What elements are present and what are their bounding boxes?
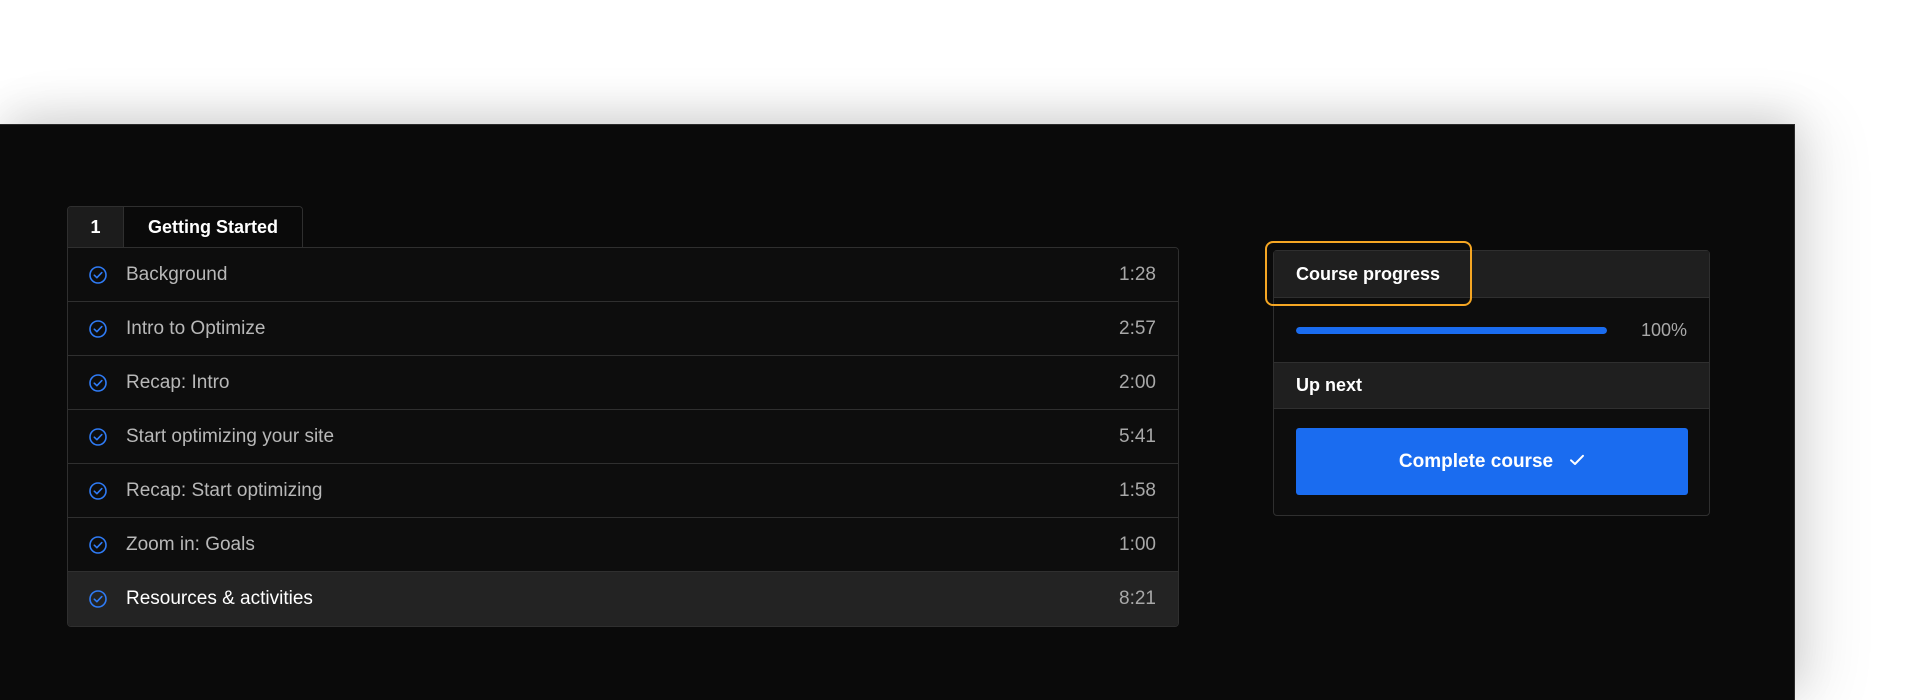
lesson-title: Recap: Start optimizing: [126, 479, 323, 501]
course-progress-header: Course progress: [1265, 241, 1709, 306]
lesson-title: Start optimizing your site: [126, 425, 335, 447]
checkmark-icon: [1569, 451, 1585, 473]
check-circle-icon: [88, 427, 108, 447]
lesson-item[interactable]: Intro to Optimize 2:57: [68, 302, 1178, 356]
lesson-title: Resources & activities: [126, 588, 313, 609]
section-tab[interactable]: 1 Getting Started: [67, 206, 304, 248]
complete-course-label: Complete course: [1398, 450, 1554, 472]
check-circle-icon: [88, 535, 108, 555]
section-title: Getting Started: [124, 207, 303, 248]
lesson-duration: 1:28: [1119, 263, 1156, 285]
check-circle-icon: [88, 265, 108, 285]
lesson-item[interactable]: Recap: Intro 2:00: [68, 356, 1178, 410]
button-wrap: Complete course: [1274, 409, 1709, 515]
complete-course-button[interactable]: Complete course: [1296, 428, 1688, 495]
lesson-list: Background 1:28 Intro to Optimize 2:57 R…: [67, 247, 1179, 627]
progress-bar: [1296, 326, 1607, 334]
lesson-item[interactable]: Start optimizing your site 5:41: [68, 410, 1178, 464]
check-circle-icon: [88, 373, 108, 393]
lesson-title: Recap: Intro: [126, 371, 230, 393]
check-circle-icon: [88, 589, 108, 609]
lesson-title: Intro to Optimize: [126, 317, 266, 339]
check-circle-icon: [88, 319, 108, 339]
progress-percent: 100%: [1640, 319, 1687, 340]
lesson-duration: 5:41: [1119, 425, 1156, 447]
lesson-title: Background: [126, 263, 228, 285]
course-panel: 1 Getting Started Background 1:28 Intro …: [0, 124, 1795, 700]
course-progress-title: Course progress: [1296, 263, 1441, 284]
lesson-item[interactable]: Recap: Start optimizing 1:58: [68, 464, 1178, 518]
lesson-duration: 8:21: [1119, 588, 1156, 609]
up-next-header: Up next: [1274, 363, 1709, 409]
progress-row: 100%: [1274, 298, 1709, 363]
lesson-item[interactable]: Background 1:28: [68, 248, 1178, 302]
lesson-title: Zoom in: Goals: [126, 533, 255, 555]
lesson-duration: 2:00: [1119, 371, 1156, 393]
lesson-duration: 1:00: [1119, 533, 1156, 555]
course-progress-card: Course progress 100% Up next Complete co…: [1265, 241, 1710, 516]
lesson-item[interactable]: Zoom in: Goals 1:00: [68, 518, 1178, 572]
section-number: 1: [68, 207, 124, 248]
check-circle-icon: [88, 481, 108, 501]
lesson-duration: 2:57: [1119, 317, 1156, 339]
lesson-duration: 1:58: [1119, 479, 1156, 501]
lesson-item-active[interactable]: Resources & activities 8:21: [68, 572, 1178, 626]
progress-bar-fill: [1296, 326, 1607, 334]
